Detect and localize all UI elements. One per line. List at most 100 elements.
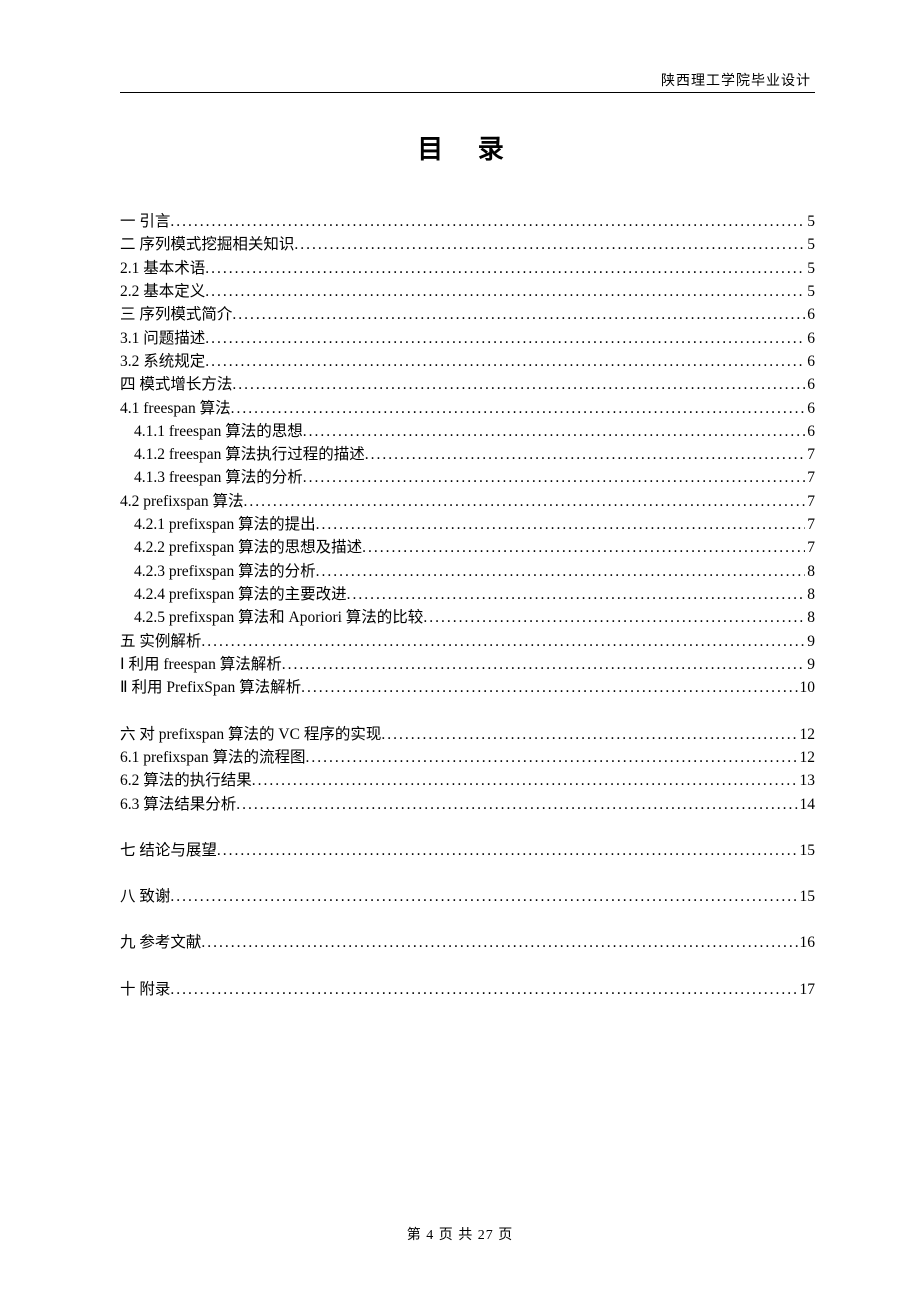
toc-entry-page: 7 (805, 490, 815, 513)
toc-entry-label: 六 对 prefixspan 算法的 VC 程序的实现 (120, 723, 381, 746)
toc-entry-label: 3.1 问题描述 (120, 327, 205, 350)
toc-leader-dots (294, 233, 805, 256)
toc-entry: 4.2.3 prefixspan 算法的分析 8 (120, 560, 815, 583)
toc-entry-page: 9 (805, 630, 815, 653)
toc-entry-page: 5 (805, 257, 815, 280)
toc-entry-label: 九 参考文献 (120, 931, 201, 954)
toc-leader-dots (282, 653, 806, 676)
toc-entry: 4.1 freespan 算法 6 (120, 397, 815, 420)
toc-leader-dots (316, 513, 806, 536)
toc-entry-page: 5 (805, 280, 815, 303)
table-of-contents: 一 引言5二 序列模式挖掘相关知识52.1 基本术语52.2 基本定义5三 序列… (120, 210, 815, 1001)
toc-entry-page: 16 (798, 931, 816, 954)
toc-entry: 五 实例解析 9 (120, 630, 815, 653)
toc-leader-dots (201, 931, 797, 954)
toc-leader-dots (170, 978, 797, 1001)
toc-entry-page: 8 (805, 606, 815, 629)
toc-entry: 6.3 算法结果分析 14 (120, 793, 815, 816)
toc-gap (120, 908, 815, 931)
toc-entry-label: 四 模式增长方法 (120, 373, 232, 396)
toc-leader-dots (170, 210, 805, 233)
toc-entry-label: Ⅰ 利用 freespan 算法解析 (120, 653, 282, 676)
toc-leader-dots (232, 373, 805, 396)
toc-entry: 2.2 基本定义 5 (120, 280, 815, 303)
toc-entry: 4.2 prefixspan 算法 7 (120, 490, 815, 513)
toc-leader-dots (232, 303, 805, 326)
toc-entry: 6.1 prefixspan 算法的流程图 12 (120, 746, 815, 769)
page-container: 陕西理工学院毕业设计 目 录 一 引言5二 序列模式挖掘相关知识52.1 基本术… (0, 0, 920, 1302)
toc-entry-label: 3.2 系统规定 (120, 350, 205, 373)
toc-entry-label: 4.2.5 prefixspan 算法和 Aporiori 算法的比较 (134, 606, 423, 629)
toc-entry: 2.1 基本术语5 (120, 257, 815, 280)
toc-entry-page: 6 (805, 397, 815, 420)
page-footer: 第 4 页 共 27 页 (0, 1224, 920, 1244)
toc-leader-dots (205, 327, 805, 350)
running-header: 陕西理工学院毕业设计 (120, 70, 815, 92)
toc-entry: 4.1.3 freespan 算法的分析 7 (120, 466, 815, 489)
toc-entry-page: 8 (805, 583, 815, 606)
toc-entry: 4.1.2 freespan 算法执行过程的描述 7 (120, 443, 815, 466)
toc-entry: Ⅱ 利用 PrefixSpan 算法解析10 (120, 676, 815, 699)
toc-leader-dots (201, 630, 805, 653)
toc-entry-page: 6 (805, 327, 815, 350)
toc-leader-dots (306, 746, 798, 769)
toc-entry-label: 4.2 prefixspan 算法 (120, 490, 244, 513)
toc-entry-label: 4.1.2 freespan 算法执行过程的描述 (134, 443, 365, 466)
toc-entry-page: 14 (798, 793, 816, 816)
toc-entry-label: 一 引言 (120, 210, 170, 233)
toc-entry: 4.1.1 freespan 算法的思想 6 (120, 420, 815, 443)
toc-entry-label: 五 实例解析 (120, 630, 201, 653)
toc-entry-page: 6 (805, 303, 815, 326)
toc-entry-page: 8 (805, 560, 815, 583)
toc-entry-label: 4.1.1 freespan 算法的思想 (134, 420, 303, 443)
toc-entry-label: 4.1.3 freespan 算法的分析 (134, 466, 303, 489)
toc-leader-dots (236, 793, 797, 816)
header-rule: 陕西理工学院毕业设计 (120, 70, 815, 93)
toc-entry: 四 模式增长方法6 (120, 373, 815, 396)
toc-leader-dots (316, 560, 806, 583)
toc-leader-dots (362, 536, 805, 559)
toc-leader-dots (217, 839, 798, 862)
toc-title: 目 录 (120, 129, 815, 166)
toc-entry-label: 二 序列模式挖掘相关知识 (120, 233, 294, 256)
toc-leader-dots (205, 350, 805, 373)
toc-entry-page: 12 (798, 723, 816, 746)
toc-entry-page: 15 (798, 839, 816, 862)
toc-gap (120, 862, 815, 885)
toc-entry: 3.2 系统规定6 (120, 350, 815, 373)
toc-entry-label: 6.2 算法的执行结果 (120, 769, 252, 792)
toc-entry-label: Ⅱ 利用 PrefixSpan 算法解析 (120, 676, 301, 699)
toc-entry-page: 12 (798, 746, 816, 769)
toc-entry: 六 对 prefixspan 算法的 VC 程序的实现 12 (120, 723, 815, 746)
toc-leader-dots (303, 420, 806, 443)
toc-entry-page: 7 (805, 536, 815, 559)
toc-entry: 九 参考文献 16 (120, 931, 815, 954)
toc-entry: 三 序列模式简介 6 (120, 303, 815, 326)
toc-entry-label: 4.2.3 prefixspan 算法的分析 (134, 560, 316, 583)
toc-entry: 二 序列模式挖掘相关知识5 (120, 233, 815, 256)
toc-gap (120, 700, 815, 723)
toc-leader-dots (231, 397, 806, 420)
toc-entry: 6.2 算法的执行结果13 (120, 769, 815, 792)
toc-entry-label: 七 结论与展望 (120, 839, 217, 862)
toc-entry-label: 三 序列模式简介 (120, 303, 232, 326)
toc-entry: Ⅰ 利用 freespan 算法解析 9 (120, 653, 815, 676)
toc-entry-page: 9 (805, 653, 815, 676)
toc-entry-page: 5 (805, 210, 815, 233)
toc-leader-dots (365, 443, 806, 466)
toc-entry: 七 结论与展望 15 (120, 839, 815, 862)
toc-entry-label: 6.3 算法结果分析 (120, 793, 236, 816)
toc-entry-label: 4.2.1 prefixspan 算法的提出 (134, 513, 316, 536)
toc-entry-label: 4.1 freespan 算法 (120, 397, 231, 420)
toc-leader-dots (252, 769, 798, 792)
toc-entry-label: 十 附录 (120, 978, 170, 1001)
toc-leader-dots (347, 583, 806, 606)
toc-entry-page: 7 (805, 513, 815, 536)
toc-entry: 4.2.2 prefixspan 算法的思想及描述 7 (120, 536, 815, 559)
toc-entry: 一 引言 5 (120, 210, 815, 233)
toc-entry-label: 4.2.4 prefixspan 算法的主要改进 (134, 583, 347, 606)
toc-entry-label: 4.2.2 prefixspan 算法的思想及描述 (134, 536, 362, 559)
toc-leader-dots (303, 466, 806, 489)
toc-entry-label: 2.2 基本定义 (120, 280, 205, 303)
toc-entry-page: 17 (798, 978, 816, 1001)
